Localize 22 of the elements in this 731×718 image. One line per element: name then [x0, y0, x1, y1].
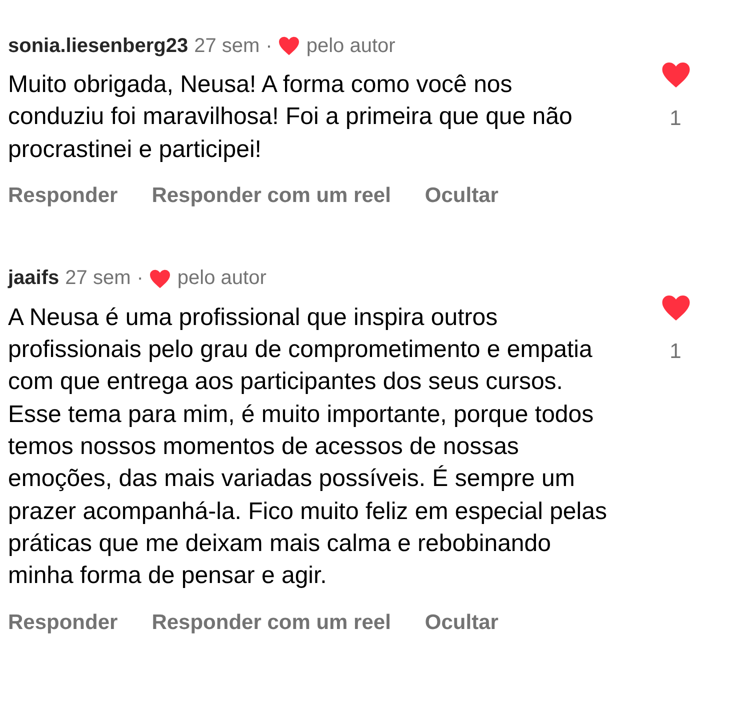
heart-icon: [149, 268, 172, 289]
comment-action-link[interactable]: Responder: [8, 610, 118, 635]
heart-icon: [278, 36, 300, 56]
comment-action-link[interactable]: Responder com um reel: [152, 184, 391, 208]
separator-dot: ·: [266, 34, 272, 58]
username[interactable]: sonia.liesenberg23: [8, 34, 188, 58]
separator-dot: ·: [136, 267, 144, 290]
comment-text: Muito obrigada, Neusa! A forma como você nos conduziu foi maravilhosa! Foi a primeira que que não procrastinei e participei!: [8, 70, 574, 165]
comment-action-link[interactable]: Ocultar: [424, 610, 498, 635]
comment-action-link[interactable]: Responder com um reel: [152, 610, 391, 635]
like-heart-icon[interactable]: [660, 61, 690, 89]
author-like-label: pelo autor: [177, 267, 266, 290]
comment-time: 27 sem: [65, 267, 131, 290]
like-count: 1: [670, 340, 682, 364]
comment-text: A Neusa é uma profissional que inspira outros profissionais pelo grau de comprometimento e empatia com que entrega aos participantes dos seus cursos. Esse tema para mim, é muito importante, porque todos temos nossos momentos de acessos de nossas emoções, das mais variadas possíveis. É sempre um prazer acompanhá-la. Fico muito feliz em especial pelas práticas que me deixam mais calma e rebobinando minha forma de pensar e agir.: [8, 302, 608, 592]
comment-action-link[interactable]: Responder: [8, 184, 118, 208]
like-count: 1: [670, 107, 682, 131]
like-heart-icon[interactable]: [660, 294, 690, 322]
comment-time: 27 sem: [194, 34, 260, 58]
username[interactable]: jaaifs: [8, 267, 60, 290]
author-like-label: pelo autor: [306, 34, 396, 58]
comment-action-link[interactable]: Ocultar: [424, 184, 498, 208]
